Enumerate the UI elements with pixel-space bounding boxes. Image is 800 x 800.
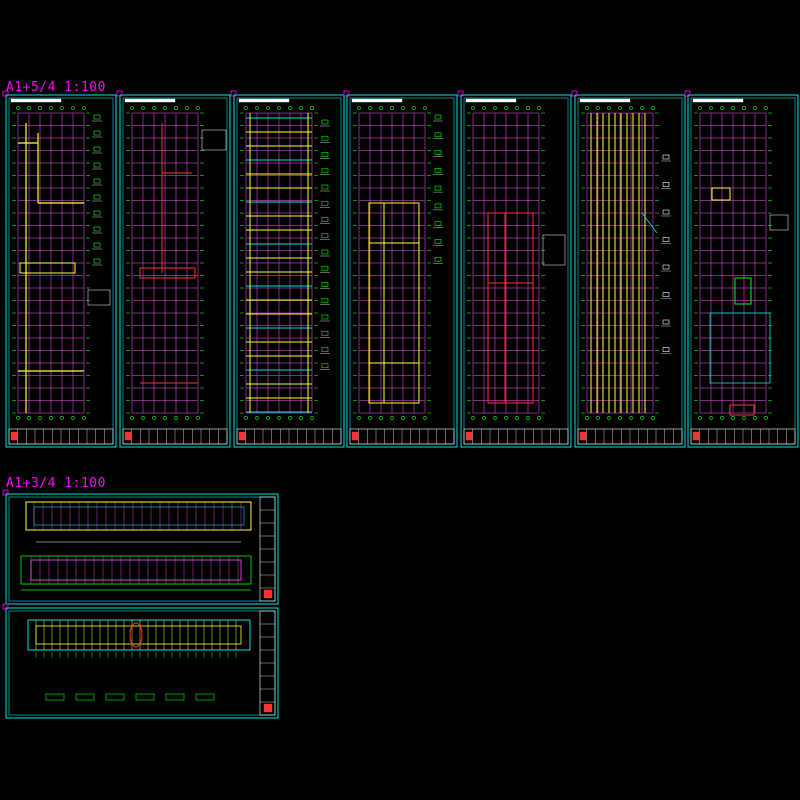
sheet-header-bar [10,98,62,103]
sheet-3[interactable] [230,90,345,448]
sheet-7[interactable] [684,90,799,448]
title-block-logo [692,431,700,441]
sheet-header-bar [124,98,176,103]
title-block-logo [238,431,246,441]
sheet-1[interactable] [2,90,117,448]
sheet-6[interactable] [571,90,686,448]
title-block-logo [263,703,273,713]
title-block-logo [10,431,18,441]
sheet-frame [460,94,572,448]
sheet-header-bar [465,98,517,103]
sheet-frame [5,94,117,448]
sheet-frame [5,607,279,719]
title-block-logo [465,431,473,441]
title-block-logo [579,431,587,441]
sheet-header-bar [579,98,631,103]
sheet-2[interactable] [116,90,231,448]
cad-drawing-canvas [2,90,799,719]
sheet-frame [687,94,799,448]
sheet-header-bar [351,98,403,103]
sheet-frame [346,94,458,448]
sheet-4[interactable] [343,90,458,448]
title-block-logo [351,431,359,441]
sheet-9[interactable] [2,603,279,719]
title-block-logo [263,589,273,599]
title-block-logo [124,431,132,441]
sheet-8[interactable] [2,489,279,605]
sheet-header-bar [238,98,290,103]
sheet-header-bar [692,98,744,103]
sheet-5[interactable] [457,90,572,448]
sheet-frame [119,94,231,448]
